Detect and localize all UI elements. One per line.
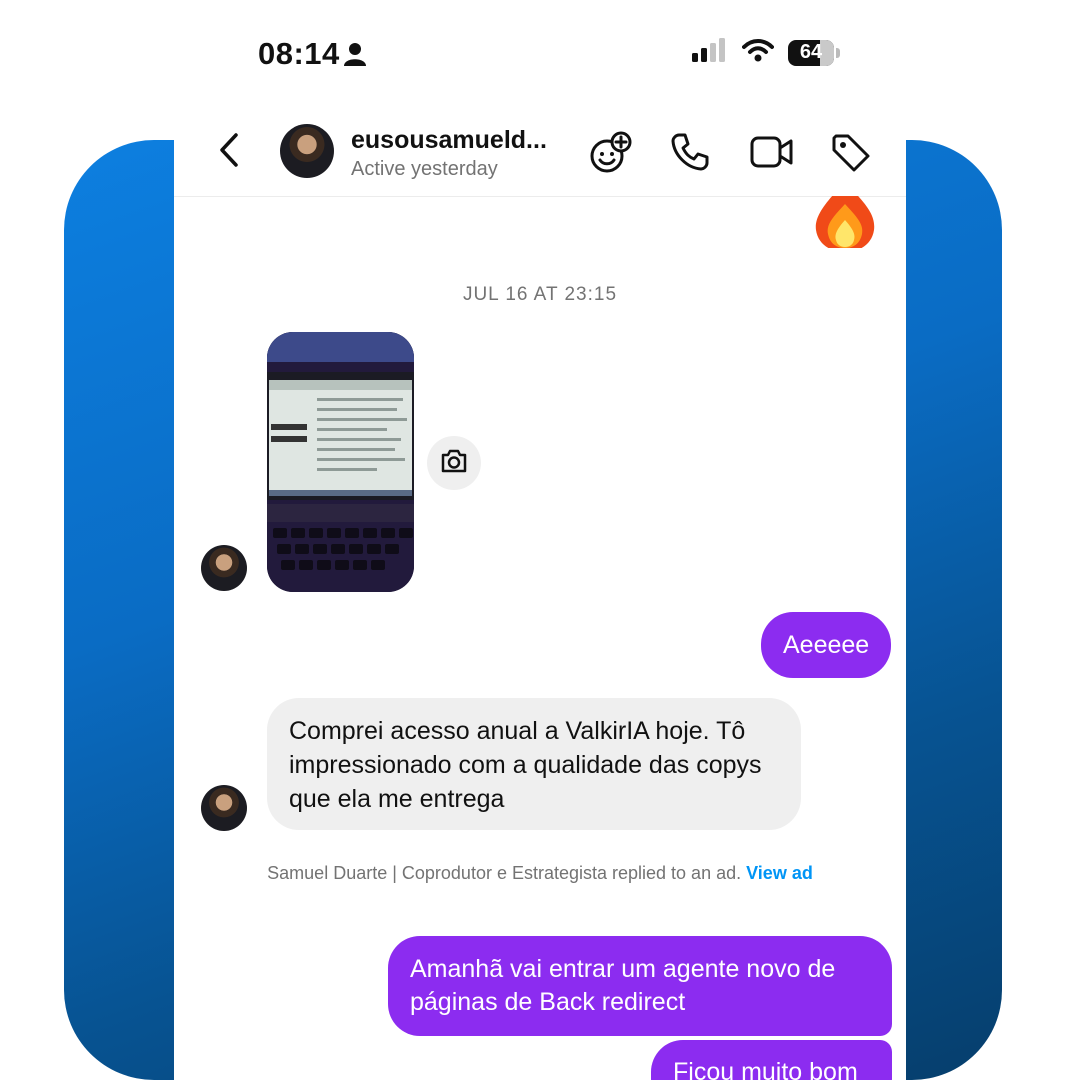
phone-call-icon[interactable] [670, 132, 710, 177]
effects-add-icon[interactable] [588, 130, 634, 181]
camera-button[interactable] [427, 436, 481, 490]
message-text: Aeeeee [783, 630, 870, 659]
outgoing-message[interactable]: Amanhã vai entrar um agente novo de pági… [388, 936, 892, 1036]
cellular-signal-icon [692, 38, 728, 67]
tag-icon[interactable] [830, 132, 872, 179]
incoming-message[interactable]: Comprei acesso anual a ValkirIA hoje. Tô… [267, 698, 801, 830]
fire-reaction-icon [810, 196, 880, 248]
photo-message[interactable] [267, 332, 414, 592]
ad-reply-note: Samuel Duarte | Coprodutor e Estrategist… [254, 862, 826, 884]
avatar[interactable] [280, 124, 334, 178]
status-time: 08:14 [258, 36, 340, 71]
battery-level: 64 [799, 41, 823, 63]
status-indicators: 64 [692, 38, 840, 67]
chat-header: eusousamueld... Active yesterday [174, 100, 906, 197]
contact-status: Active yesterday [351, 158, 498, 180]
avatar[interactable] [201, 785, 247, 831]
back-chevron-icon[interactable] [218, 132, 240, 173]
outgoing-message[interactable]: Ficou muito bom [651, 1040, 892, 1080]
battery-icon: 64 [788, 39, 840, 66]
phone-screen: 08:14 64 eusousamueld... Active yesterda… [174, 0, 906, 1080]
camera-icon [440, 448, 468, 479]
message-text: Amanhã vai entrar um agente novo de pági… [410, 955, 836, 1016]
avatar[interactable] [201, 545, 247, 591]
ad-note-text: Samuel Duarte | Coprodutor e Estrategist… [267, 863, 742, 883]
contact-name[interactable]: eusousamueld... [351, 126, 547, 155]
outgoing-message[interactable]: Aeeeee [761, 612, 892, 678]
message-text: Ficou muito bom [673, 1058, 858, 1080]
message-text: Comprei acesso anual a ValkirIA hoje. Tô… [289, 717, 762, 813]
wifi-icon [742, 38, 774, 67]
person-icon [344, 42, 366, 71]
video-call-icon[interactable] [750, 134, 794, 175]
chat-timestamp: JUL 16 AT 23:15 [462, 284, 618, 305]
view-ad-link[interactable]: View ad [746, 863, 813, 883]
